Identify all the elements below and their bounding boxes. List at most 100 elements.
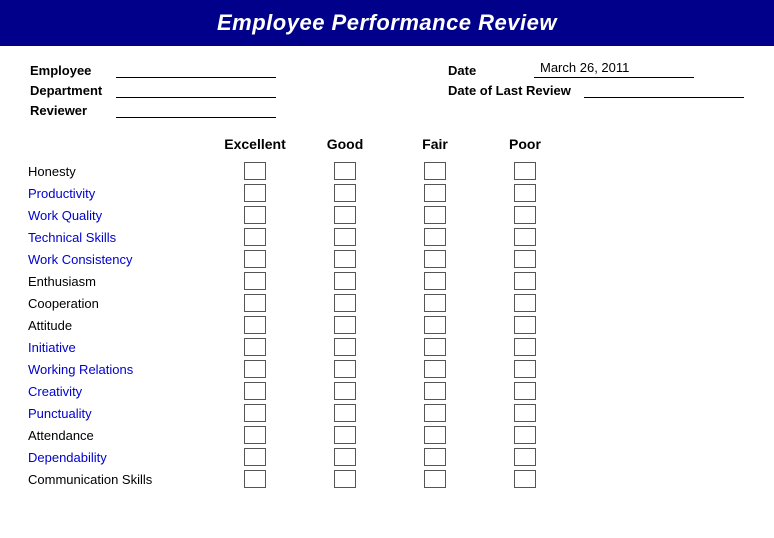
- checkbox-fair[interactable]: [424, 382, 446, 400]
- rating-cell-good: [300, 184, 390, 202]
- checkbox-fair[interactable]: [424, 470, 446, 488]
- checkbox-poor[interactable]: [514, 404, 536, 422]
- checkbox-fair[interactable]: [424, 426, 446, 444]
- checkbox-excellent[interactable]: [244, 360, 266, 378]
- checkbox-excellent[interactable]: [244, 316, 266, 334]
- checkbox-excellent[interactable]: [244, 162, 266, 180]
- table-row: Enthusiasm: [20, 270, 754, 292]
- checkbox-good[interactable]: [334, 206, 356, 224]
- checkbox-poor[interactable]: [514, 360, 536, 378]
- rating-cell-fair: [390, 294, 480, 312]
- info-section: Employee Department Reviewer Date March …: [0, 62, 774, 118]
- checkbox-fair[interactable]: [424, 206, 446, 224]
- checkbox-poor[interactable]: [514, 250, 536, 268]
- checkbox-good[interactable]: [334, 162, 356, 180]
- rating-cell-poor: [480, 426, 570, 444]
- department-row: Department: [30, 82, 276, 98]
- checkbox-poor[interactable]: [514, 316, 536, 334]
- checkbox-poor[interactable]: [514, 448, 536, 466]
- row-label: Honesty: [20, 164, 210, 179]
- checkbox-excellent[interactable]: [244, 404, 266, 422]
- date-label: Date: [448, 63, 528, 78]
- rating-cell-excellent: [210, 382, 300, 400]
- rating-cell-fair: [390, 272, 480, 290]
- checkbox-fair[interactable]: [424, 272, 446, 290]
- checkbox-good[interactable]: [334, 404, 356, 422]
- rating-cell-poor: [480, 404, 570, 422]
- rating-cell-excellent: [210, 316, 300, 334]
- row-label: Work Consistency: [20, 252, 210, 267]
- rating-cell-poor: [480, 206, 570, 224]
- checkbox-good[interactable]: [334, 338, 356, 356]
- table-row: Honesty: [20, 160, 754, 182]
- checkbox-excellent[interactable]: [244, 382, 266, 400]
- checkbox-excellent[interactable]: [244, 184, 266, 202]
- rating-cell-poor: [480, 448, 570, 466]
- checkbox-excellent[interactable]: [244, 228, 266, 246]
- checkbox-excellent[interactable]: [244, 338, 266, 356]
- checkbox-excellent[interactable]: [244, 470, 266, 488]
- checkbox-excellent[interactable]: [244, 426, 266, 444]
- checkbox-fair[interactable]: [424, 294, 446, 312]
- checkbox-fair[interactable]: [424, 316, 446, 334]
- checkbox-poor[interactable]: [514, 162, 536, 180]
- rating-cell-fair: [390, 228, 480, 246]
- row-label: Creativity: [20, 384, 210, 399]
- checkbox-fair[interactable]: [424, 162, 446, 180]
- checkbox-poor[interactable]: [514, 294, 536, 312]
- info-right: Date March 26, 2011 Date of Last Review: [448, 62, 744, 118]
- checkbox-good[interactable]: [334, 448, 356, 466]
- table-row: Cooperation: [20, 292, 754, 314]
- table-row: Working Relations: [20, 358, 754, 380]
- checkbox-good[interactable]: [334, 294, 356, 312]
- checkbox-poor[interactable]: [514, 184, 536, 202]
- rating-cell-poor: [480, 184, 570, 202]
- checkbox-fair[interactable]: [424, 184, 446, 202]
- checkbox-good[interactable]: [334, 382, 356, 400]
- checkbox-excellent[interactable]: [244, 294, 266, 312]
- checkbox-excellent[interactable]: [244, 206, 266, 224]
- rating-cell-good: [300, 316, 390, 334]
- checkbox-poor[interactable]: [514, 470, 536, 488]
- checkbox-fair[interactable]: [424, 360, 446, 378]
- checkbox-good[interactable]: [334, 360, 356, 378]
- checkbox-good[interactable]: [334, 316, 356, 334]
- checkbox-fair[interactable]: [424, 228, 446, 246]
- checkbox-good[interactable]: [334, 272, 356, 290]
- rating-cell-fair: [390, 338, 480, 356]
- checkbox-poor[interactable]: [514, 206, 536, 224]
- table-row: Productivity: [20, 182, 754, 204]
- reviewer-row: Reviewer: [30, 102, 276, 118]
- rating-cell-excellent: [210, 360, 300, 378]
- checkbox-good[interactable]: [334, 228, 356, 246]
- checkbox-excellent[interactable]: [244, 272, 266, 290]
- checkbox-poor[interactable]: [514, 228, 536, 246]
- col-header-fair: Fair: [390, 136, 480, 152]
- reviewer-line: [116, 102, 276, 118]
- checkbox-excellent[interactable]: [244, 448, 266, 466]
- checkbox-fair[interactable]: [424, 250, 446, 268]
- rating-cell-fair: [390, 316, 480, 334]
- rating-cell-good: [300, 294, 390, 312]
- checkbox-poor[interactable]: [514, 382, 536, 400]
- rating-cell-fair: [390, 470, 480, 488]
- checkbox-excellent[interactable]: [244, 250, 266, 268]
- row-label: Productivity: [20, 186, 210, 201]
- checkbox-fair[interactable]: [424, 338, 446, 356]
- reviewer-label: Reviewer: [30, 103, 110, 118]
- checkbox-good[interactable]: [334, 184, 356, 202]
- checkbox-poor[interactable]: [514, 338, 536, 356]
- checkbox-good[interactable]: [334, 250, 356, 268]
- rating-cell-fair: [390, 162, 480, 180]
- checkbox-poor[interactable]: [514, 426, 536, 444]
- checkbox-good[interactable]: [334, 470, 356, 488]
- checkbox-fair[interactable]: [424, 448, 446, 466]
- checkbox-poor[interactable]: [514, 272, 536, 290]
- checkbox-good[interactable]: [334, 426, 356, 444]
- table-row: Work Quality: [20, 204, 754, 226]
- rating-cell-excellent: [210, 338, 300, 356]
- rating-cell-good: [300, 404, 390, 422]
- rating-cell-excellent: [210, 162, 300, 180]
- checkbox-fair[interactable]: [424, 404, 446, 422]
- department-line: [116, 82, 276, 98]
